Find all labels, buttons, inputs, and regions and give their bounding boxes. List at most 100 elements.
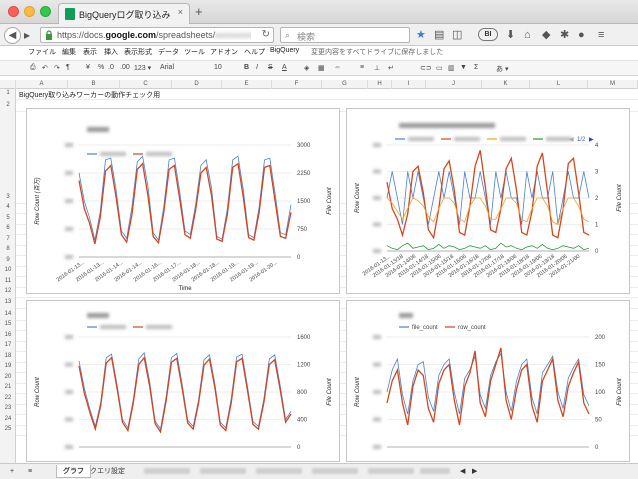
chart-row-count-time[interactable]: 3000 2250 1500 750 0 Row Count (百万) File Count… — [26, 108, 340, 294]
print-icon[interactable]: ⎙ — [30, 64, 36, 72]
row-header[interactable]: 18 — [0, 353, 16, 359]
row-header[interactable]: 11 — [0, 278, 16, 284]
column-header[interactable]: H — [368, 80, 392, 89]
search-bar[interactable]: ⌕ 検索 — [280, 27, 410, 43]
menu-insert[interactable]: 挿入 — [104, 47, 118, 57]
select-all-corner[interactable] — [0, 80, 16, 89]
url-bar[interactable]: https://docs.google.com/spreadsheets/xxx… — [40, 27, 274, 43]
menu-edit[interactable]: 編集 — [62, 47, 76, 57]
column-header[interactable]: M — [588, 80, 638, 89]
profile-badge[interactable]: BI — [478, 28, 498, 41]
forward-arrow-icon[interactable]: ▸ — [24, 27, 30, 43]
row-header[interactable]: 9 — [0, 257, 16, 263]
row-header[interactable]: 12 — [0, 288, 16, 294]
scroll-tabs-right-icon[interactable]: ▶ — [466, 465, 483, 478]
menu-format[interactable]: 表示形式 — [124, 47, 152, 57]
column-header[interactable]: I — [392, 80, 426, 89]
extension-icon[interactable]: ◆ — [542, 29, 550, 41]
column-header[interactable]: L — [530, 80, 588, 89]
row-header[interactable]: 5 — [0, 215, 16, 221]
column-header[interactable]: A — [16, 80, 68, 89]
percent-button[interactable]: % — [98, 64, 104, 71]
redo-icon[interactable]: ↷ — [54, 64, 60, 72]
row-header[interactable]: 10 — [0, 267, 16, 273]
cell-a1[interactable]: BigQuery取り込みワーカーの動作チェック用 — [19, 90, 160, 100]
functions-icon[interactable]: Σ — [474, 64, 478, 71]
window-minimize-button[interactable] — [24, 6, 35, 17]
filter-icon[interactable]: ▼ — [460, 64, 467, 71]
row-header[interactable]: 13 — [0, 299, 16, 305]
row-header[interactable]: 8 — [0, 246, 16, 252]
text-color-button[interactable]: A — [282, 64, 287, 71]
chart-row-file-count[interactable]: 4 3 2 1 0 Row Count File Count ◀ 1/2 ▶ 2016-01-13.… — [346, 108, 630, 294]
sheet-tab-redacted[interactable] — [312, 468, 358, 474]
row-header[interactable]: 20 — [0, 374, 16, 380]
wrap-text-icon[interactable]: ↵ — [388, 64, 394, 72]
insert-link-icon[interactable]: ⊂⊃ — [420, 64, 432, 72]
menu-view[interactable]: 表示 — [83, 47, 97, 57]
pocket-icon[interactable]: ◫ — [452, 29, 462, 41]
row-header[interactable]: 17 — [0, 342, 16, 348]
row-header[interactable]: 7 — [0, 236, 16, 242]
undo-icon[interactable]: ↶ — [42, 64, 48, 72]
sheet-tab-redacted[interactable] — [256, 468, 302, 474]
add-sheet-button[interactable]: + — [4, 465, 20, 478]
menu-help[interactable]: ヘルプ — [244, 47, 265, 57]
menu-hamburger-icon[interactable]: ≡ — [598, 29, 604, 41]
chart-file-row-count[interactable]: 200 150 100 50 0 Row Count File Count file_coun… — [346, 300, 630, 462]
search-input[interactable]: 検索 — [297, 30, 315, 43]
sheet-tab-redacted[interactable] — [144, 468, 190, 474]
column-header[interactable]: D — [172, 80, 222, 89]
sheet-tab-query[interactable]: クエリ設定 — [84, 465, 131, 478]
new-tab-button[interactable]: + — [195, 4, 203, 19]
chat-icon[interactable]: ● — [578, 29, 585, 41]
row-header[interactable]: 3 — [0, 194, 16, 200]
sheet-tab-redacted[interactable] — [368, 468, 414, 474]
column-header[interactable]: J — [426, 80, 482, 89]
menu-tools[interactable]: ツール — [184, 47, 205, 57]
window-close-button[interactable] — [8, 6, 19, 17]
borders-icon[interactable]: ▦ — [318, 64, 325, 72]
menu-bigquery[interactable]: BigQuery — [270, 47, 299, 54]
column-header[interactable]: E — [222, 80, 272, 89]
insert-chart-icon[interactable]: ▥ — [448, 64, 455, 72]
sheet-tab-redacted[interactable] — [200, 468, 246, 474]
merge-cells-icon[interactable]: ⇔ — [334, 64, 341, 71]
increase-decimals-button[interactable]: .00 — [120, 64, 130, 71]
row-header[interactable]: 22 — [0, 395, 16, 401]
row-header[interactable]: 1 — [0, 90, 16, 96]
bookmarks-list-icon[interactable]: ▤ — [434, 29, 444, 41]
column-header[interactable]: C — [120, 80, 172, 89]
chart-row-count-2[interactable]: 1600 1200 800 400 0 Row Count File Count — [26, 300, 340, 462]
tab-close-icon[interactable]: × — [178, 7, 183, 17]
paint-format-icon[interactable]: ¶ — [66, 64, 70, 71]
insert-comment-icon[interactable]: ▭ — [436, 64, 443, 72]
decrease-decimals-button[interactable]: .0 — [108, 64, 114, 71]
menu-addons[interactable]: アドオン — [210, 47, 238, 57]
menu-file[interactable]: ファイル — [28, 47, 56, 57]
number-format-dropdown[interactable]: 123 ▾ — [134, 64, 151, 72]
window-maximize-button[interactable] — [40, 6, 51, 17]
row-header[interactable]: 24 — [0, 416, 16, 422]
back-arrow-icon[interactable]: ◀ — [4, 27, 21, 44]
fill-color-icon[interactable]: ◈ — [304, 64, 309, 72]
row-header[interactable]: 6 — [0, 225, 16, 231]
font-dropdown[interactable]: Arial — [160, 64, 174, 71]
sheet-list-button[interactable]: ≡ — [22, 465, 38, 478]
browser-tab[interactable]: BigQueryログ取り込みレポ… × — [58, 3, 190, 24]
strikethrough-button[interactable]: S — [268, 64, 273, 71]
bookmark-star-icon[interactable]: ★ — [416, 29, 426, 41]
column-header[interactable]: F — [272, 80, 322, 89]
row-header[interactable]: 2 — [0, 102, 16, 108]
row-header[interactable]: 14 — [0, 311, 16, 317]
sheet-tab-redacted[interactable] — [420, 468, 450, 474]
row-header[interactable]: 21 — [0, 384, 16, 390]
input-tools-dropdown[interactable]: あ ▾ — [496, 64, 508, 74]
italic-button[interactable]: I — [256, 64, 258, 71]
download-icon[interactable]: ⬇ — [506, 29, 515, 41]
row-header[interactable]: 15 — [0, 321, 16, 327]
align-horizontal-icon[interactable]: ≡ — [360, 64, 364, 71]
menu-data[interactable]: データ — [158, 47, 179, 57]
home-icon[interactable]: ⌂ — [524, 29, 531, 41]
column-header[interactable]: B — [68, 80, 120, 89]
